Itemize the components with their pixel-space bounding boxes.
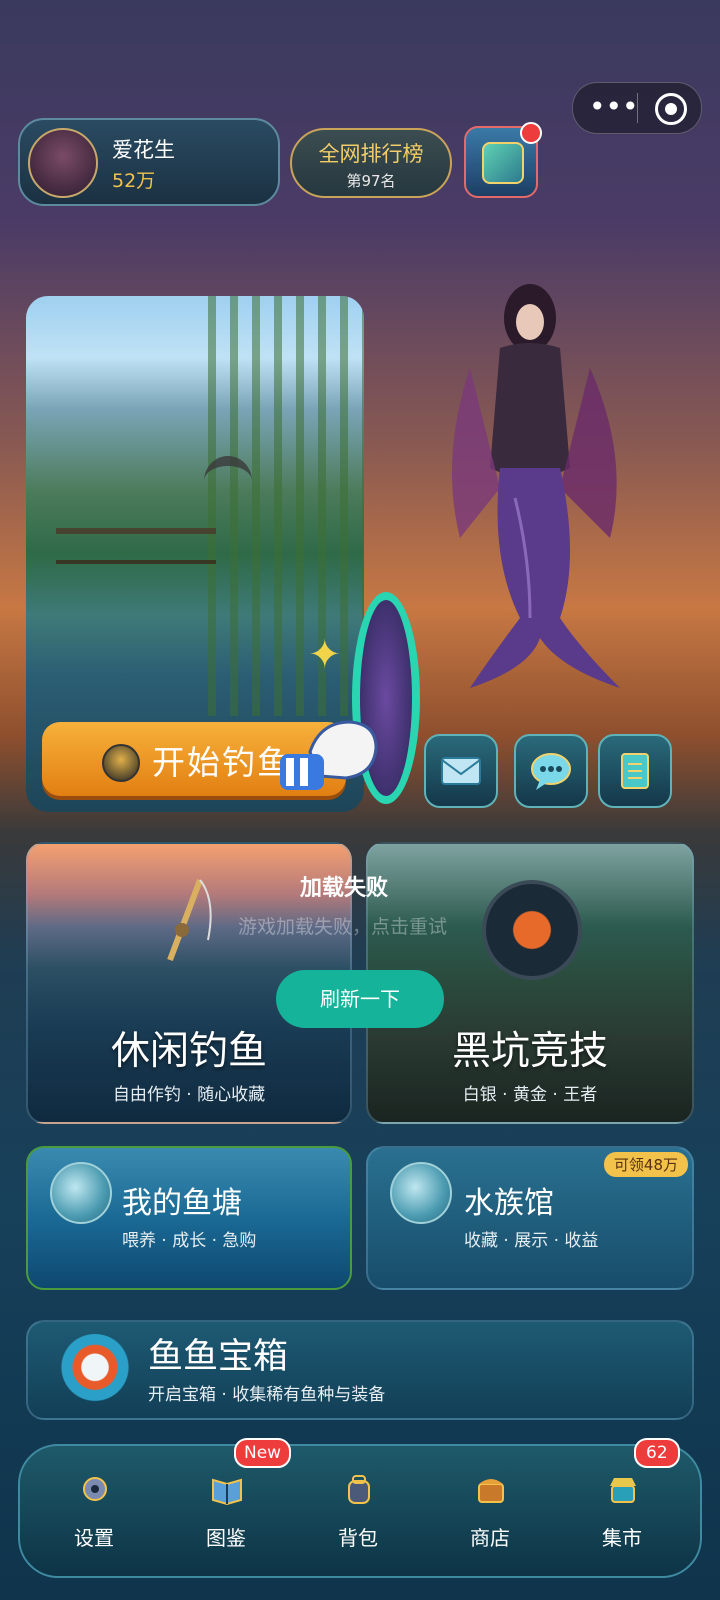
shop-icon: [478, 1479, 504, 1503]
chat-bubble-icon: [531, 753, 571, 790]
nav-item-settings[interactable]: 设置: [30, 1456, 158, 1568]
leaderboard-rank: 第97名: [346, 172, 396, 190]
more-menu-button[interactable]: •••: [589, 89, 639, 127]
nav-label-encyclopedia: 图鉴: [206, 1526, 246, 1550]
my-pond-subtitle: 喂养 · 成长 · 急购: [122, 1231, 257, 1251]
aquarium-globe-icon: [390, 1162, 452, 1224]
gear-icon: [83, 1477, 107, 1501]
koi-chest-icon: [58, 1334, 132, 1408]
chat-button[interactable]: [514, 734, 588, 808]
pavilion-illustration: [204, 456, 252, 506]
nav-item-backpack[interactable]: 背包: [294, 1456, 422, 1568]
nav-item-shop[interactable]: 商店: [426, 1456, 554, 1568]
koi-emblem-icon: [482, 880, 582, 980]
casual-fishing-title: 休闲钓鱼: [110, 1029, 267, 1074]
bottom-navigation: 设置 图鉴 New 背包 商店 集市 62: [18, 1438, 702, 1578]
backpack-icon: [348, 1475, 370, 1504]
tutorial-hand-icon: [280, 720, 378, 790]
load-error-title: 加载失败: [300, 876, 389, 901]
aquarium-reward-badge: 可领48万: [603, 1152, 688, 1177]
scroll-button[interactable]: [598, 734, 672, 808]
sparkle-icon: ✦: [308, 632, 342, 678]
fish-treasure-chest-banner[interactable]: 鱼鱼宝箱 开启宝箱 · 收集稀有鱼种与装备: [26, 1320, 694, 1420]
scroll-icon: [621, 753, 649, 789]
leaderboard-button[interactable]: 全网排行榜 第97名: [290, 128, 452, 198]
new-badge: New: [234, 1438, 292, 1468]
start-fishing-label: 开始钓鱼: [152, 743, 292, 782]
avatar[interactable]: [28, 128, 98, 198]
book-icon: [212, 1478, 242, 1506]
miniprogram-capsule: •••: [572, 82, 702, 134]
market-icon: [610, 1478, 636, 1503]
market-count-badge: 62: [634, 1438, 680, 1468]
notification-dot: [520, 122, 542, 144]
treasure-chest-title: 鱼鱼宝箱: [148, 1337, 289, 1377]
nav-label-settings: 设置: [74, 1526, 114, 1550]
user-profile-card[interactable]: 爱花生 52万: [18, 118, 280, 206]
mail-button[interactable]: [424, 734, 498, 808]
coin-count: 52万: [112, 170, 156, 192]
nav-item-market[interactable]: 集市 62: [558, 1438, 686, 1568]
casual-fishing-subtitle: 自由作钓 · 随心收藏: [112, 1085, 266, 1105]
bridge-illustration: [56, 528, 216, 564]
nav-label-backpack: 背包: [338, 1526, 378, 1550]
nav-item-encyclopedia[interactable]: 图鉴 New: [162, 1438, 292, 1568]
fish-emblem-icon: [102, 744, 140, 782]
fishbowl-icon: [50, 1162, 112, 1224]
load-error-message[interactable]: 游戏加载失败，点击重试: [238, 912, 447, 939]
black-pit-subtitle: 白银 · 黄金 · 王者: [462, 1085, 598, 1105]
nav-label-market: 集市: [602, 1526, 642, 1550]
mermaid-character: [452, 284, 620, 688]
nav-label-shop: 商店: [470, 1526, 510, 1550]
close-miniprogram-icon[interactable]: [655, 93, 687, 125]
my-pond-title: 我的鱼塘: [122, 1186, 242, 1221]
capsule-divider: [637, 93, 638, 123]
leaderboard-title: 全网排行榜: [318, 142, 424, 166]
aquarium-card[interactable]: 水族馆 收藏 · 展示 · 收益 可领48万: [366, 1146, 694, 1290]
treasure-chest-subtitle: 开启宝箱 · 收集稀有鱼种与装备: [148, 1385, 386, 1405]
my-pond-card[interactable]: 我的鱼塘 喂养 · 成长 · 急购: [26, 1146, 352, 1290]
envelope-icon: [441, 757, 481, 785]
task-button[interactable]: [464, 122, 542, 198]
aquarium-title: 水族馆: [464, 1186, 554, 1221]
aquarium-subtitle: 收藏 · 展示 · 收益: [464, 1231, 599, 1251]
black-pit-title: 黑坑竞技: [451, 1029, 608, 1074]
username: 爱花生: [112, 138, 175, 162]
refresh-button[interactable]: 刷新一下: [276, 970, 444, 1028]
fishing-rod-icon: [167, 878, 212, 962]
task-shield-icon: [482, 142, 524, 184]
